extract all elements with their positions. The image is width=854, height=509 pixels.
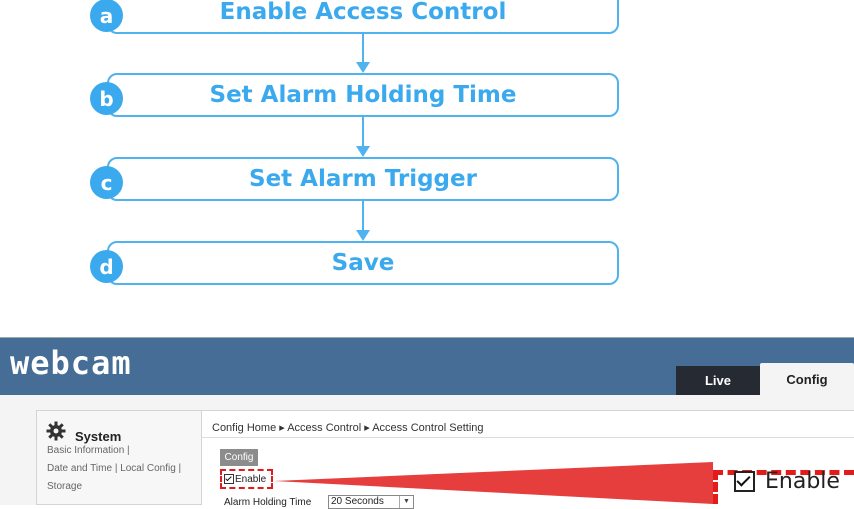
zoom-checkbox-icon (734, 471, 755, 492)
zoom-enable-row: Enable (734, 469, 840, 494)
callout-wedge (274, 462, 713, 504)
zoom-enable-label: Enable (765, 469, 840, 494)
